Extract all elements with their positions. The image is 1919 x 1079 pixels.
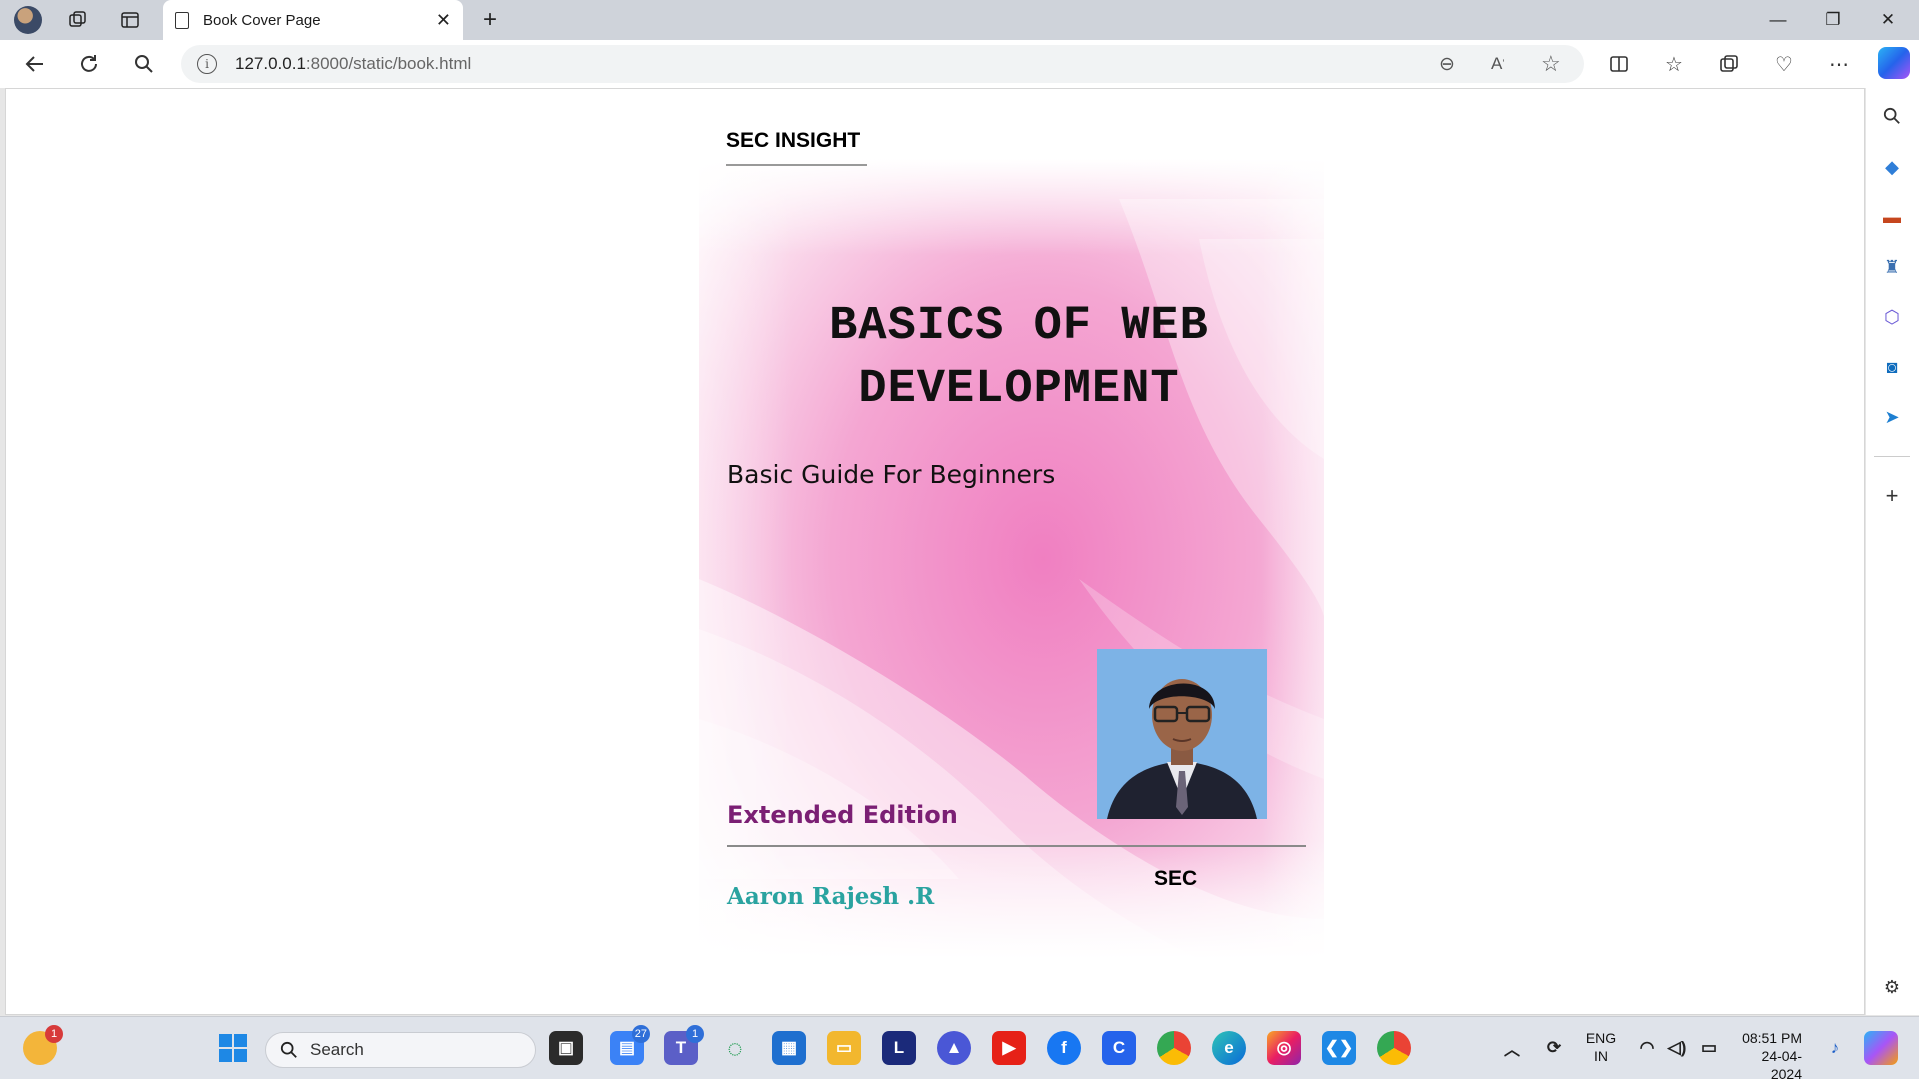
outlook-icon[interactable]: ◙ — [1878, 353, 1906, 381]
clock[interactable]: 08:51 PM 24-04-2024 — [1732, 1029, 1802, 1079]
refresh-icon[interactable] — [74, 49, 104, 79]
teams-badge: 1 — [686, 1025, 704, 1043]
browser-essentials-icon[interactable]: ♡ — [1769, 49, 1799, 79]
settings-icon[interactable]: ⚙ — [1878, 973, 1906, 1001]
browser-tab-bar: Book Cover Page ✕ + — ❐ ✕ — [0, 0, 1919, 40]
back-icon[interactable] — [19, 49, 49, 79]
page-icon — [175, 11, 189, 29]
zoom-out-icon[interactable]: ⊖ — [1439, 45, 1455, 83]
toolbox-icon[interactable]: ▬ — [1878, 203, 1906, 231]
vertical-tabs-icon[interactable] — [116, 6, 144, 34]
clock-time: 08:51 PM — [1742, 1030, 1802, 1046]
book-title: BASICS OF WEB DEVELOPMENT — [829, 300, 1209, 416]
edition-label: Extended Edition — [727, 801, 958, 829]
favorite-star-icon[interactable]: ☆ — [1541, 45, 1561, 83]
close-tab-icon[interactable]: ✕ — [436, 10, 451, 31]
windows-taskbar: 1 Search ▣ ▤ 27 T 1 ◌ ▦ ▭ L ▲ ▶ f C e ◎ … — [0, 1016, 1919, 1079]
lms-icon[interactable]: L — [882, 1031, 916, 1065]
profile-avatar[interactable] — [14, 6, 42, 34]
language-indicator[interactable]: ENG IN — [1584, 1029, 1618, 1065]
youtube-icon[interactable]: ▶ — [992, 1031, 1026, 1065]
search-label: Search — [310, 1040, 364, 1059]
new-tab-icon[interactable]: + — [476, 6, 504, 34]
favorites-icon[interactable]: ☆ — [1659, 49, 1689, 79]
chrome-icon[interactable] — [1157, 1031, 1191, 1065]
chrome-profile-icon[interactable] — [1377, 1031, 1411, 1065]
brand-header: SEC INSIGHT — [726, 129, 861, 152]
app-icon[interactable]: ▲ — [937, 1031, 971, 1065]
collections-icon[interactable] — [1714, 49, 1744, 79]
book-subtitle: Basic Guide For Beginners — [727, 460, 1056, 489]
task-view-icon[interactable]: ▣ — [549, 1031, 583, 1065]
language-code: ENG — [1585, 1030, 1617, 1046]
volume-icon[interactable]: ◁) — [1660, 1031, 1694, 1065]
c-app-icon[interactable]: C — [1102, 1031, 1136, 1065]
notification-bell-icon[interactable]: ♪ — [1818, 1031, 1852, 1065]
file-explorer-icon[interactable]: ▭ — [827, 1031, 861, 1065]
tab-title: Book Cover Page — [203, 11, 321, 29]
add-icon[interactable]: + — [1878, 482, 1906, 510]
instagram-icon[interactable]: ◎ — [1267, 1031, 1301, 1065]
language-region: IN — [1594, 1048, 1608, 1064]
teams-icon[interactable]: T 1 — [664, 1025, 704, 1065]
workspaces-icon[interactable] — [64, 6, 92, 34]
search-icon[interactable] — [1878, 102, 1906, 130]
taskbar-search[interactable]: Search — [265, 1032, 536, 1068]
clock-date: 24-04-2024 — [1761, 1048, 1802, 1079]
edge-icon[interactable]: e — [1212, 1031, 1246, 1065]
show-hidden-icons[interactable]: ︿ — [1495, 1031, 1529, 1065]
widgets-badge: 27 — [631, 1025, 650, 1043]
search-icon[interactable] — [129, 49, 159, 79]
store-icon[interactable]: ▦ — [772, 1031, 806, 1065]
tag-icon[interactable]: ◆ — [1878, 153, 1906, 181]
more-options-icon[interactable]: ⋯ — [1824, 49, 1854, 79]
brand-underline — [726, 164, 867, 166]
url-host: 127.0.0.1 — [235, 54, 306, 73]
send-icon[interactable]: ➤ — [1878, 403, 1906, 431]
cover-divider — [727, 845, 1306, 847]
cover-background — [699, 159, 1324, 959]
sidebar-separator — [1874, 456, 1910, 457]
copilot-app-icon[interactable]: ◌ — [718, 1031, 752, 1065]
browser-toolbar: i 127.0.0.1:8000/static/book.html ⊖ Aʼ ☆… — [0, 40, 1919, 88]
url-path: :8000/static/book.html — [305, 54, 472, 73]
wifi-icon[interactable]: ◠ — [1630, 1031, 1664, 1065]
start-icon[interactable] — [216, 1031, 250, 1065]
author-name: Aaron Rajesh .R — [727, 883, 935, 910]
widgets-icon[interactable]: ▤ 27 — [610, 1025, 650, 1065]
close-window-icon[interactable]: ✕ — [1861, 0, 1915, 40]
split-screen-icon[interactable] — [1604, 49, 1634, 79]
active-tab[interactable]: Book Cover Page ✕ — [163, 0, 463, 40]
weather-badge: 1 — [45, 1025, 63, 1043]
edge-sidebar: ◆ ▬ ♜ ⬡ ◙ ➤ + ⚙ — [1866, 88, 1919, 1015]
author-photo — [1097, 649, 1267, 819]
search-icon — [280, 1041, 297, 1058]
sync-icon[interactable]: ⟳ — [1537, 1031, 1571, 1065]
site-info-icon[interactable]: i — [197, 54, 217, 74]
vscode-icon[interactable]: ❮❯ — [1322, 1031, 1356, 1065]
address-bar[interactable]: i 127.0.0.1:8000/static/book.html ⊖ Aʼ ☆ — [181, 45, 1584, 83]
chess-icon[interactable]: ♜ — [1878, 253, 1906, 281]
battery-icon[interactable]: ▭ — [1692, 1031, 1726, 1065]
copilot-icon[interactable]: ⬡ — [1878, 303, 1906, 331]
copilot-icon[interactable] — [1878, 47, 1910, 79]
read-aloud-icon[interactable]: Aʼ — [1491, 45, 1505, 83]
copilot-tray-icon[interactable] — [1864, 1031, 1898, 1065]
restore-icon[interactable]: ❐ — [1806, 0, 1860, 40]
facebook-icon[interactable]: f — [1047, 1031, 1081, 1065]
book-cover: BASICS OF WEB DEVELOPMENT Basic Guide Fo… — [699, 159, 1324, 959]
page-viewport: BASICS OF WEB DEVELOPMENT Basic Guide Fo… — [5, 88, 1865, 1015]
publisher-label: SEC — [1154, 867, 1198, 890]
weather-icon[interactable]: 1 — [23, 1025, 63, 1065]
minimize-icon[interactable]: — — [1751, 0, 1805, 40]
